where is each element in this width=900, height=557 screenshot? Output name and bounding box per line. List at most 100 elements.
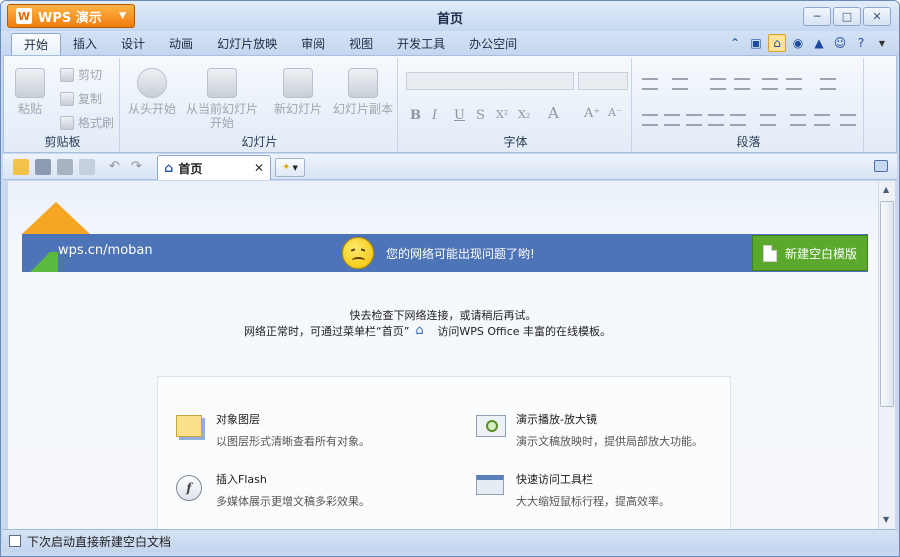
- window-list-icon[interactable]: [874, 160, 888, 172]
- document-icon: [763, 244, 777, 262]
- tab-1[interactable]: 插入: [61, 33, 109, 55]
- tab-6[interactable]: 视图: [337, 33, 385, 55]
- chevron-down-icon: ▼: [292, 163, 298, 172]
- format-painter-button[interactable]: 格式刷: [60, 114, 114, 131]
- new-slide-button[interactable]: 新幻灯片: [270, 68, 326, 116]
- tab-4[interactable]: 幻灯片放映: [205, 33, 289, 55]
- title-bar: W WPS 演示 ▼ 首页 ─ □ ✕: [1, 1, 899, 31]
- new-document-button[interactable]: ✦ ▼: [275, 158, 305, 177]
- app-menu-button[interactable]: W WPS 演示 ▼: [7, 4, 135, 28]
- align-text-icon[interactable]: [786, 78, 802, 90]
- italic-button[interactable]: I: [432, 108, 437, 123]
- scroll-down-icon[interactable]: ▼: [883, 515, 889, 524]
- from-start-button[interactable]: 从头开始: [124, 68, 180, 116]
- copy-button[interactable]: 复制: [60, 90, 102, 107]
- strikethrough-button[interactable]: S: [476, 108, 485, 123]
- undo-icon[interactable]: ↶: [109, 159, 125, 175]
- line-spacing-icon[interactable]: [760, 114, 776, 126]
- tab-3[interactable]: 动画: [157, 33, 205, 55]
- home-icon: ⌂: [415, 323, 424, 338]
- vertical-scrollbar[interactable]: ▲ ▼: [878, 181, 895, 529]
- align-left-icon[interactable]: [642, 114, 658, 126]
- feature-insert-flash[interactable]: f 插入Flash 多媒体展示更增文稿多彩效果。: [176, 471, 370, 509]
- menu-right-tools: ⌃ ▣ ⌂ ◉ ▲ ☺ ? ▼: [726, 34, 891, 52]
- distribute-icon[interactable]: [730, 114, 746, 126]
- maximize-button[interactable]: □: [833, 7, 861, 26]
- print-preview-icon[interactable]: [79, 159, 95, 175]
- columns-icon[interactable]: [814, 114, 830, 126]
- font-size-select[interactable]: [578, 72, 628, 90]
- text-direction-icon[interactable]: [762, 78, 778, 90]
- help-icon[interactable]: ?: [852, 34, 870, 52]
- hint-prefix: 网络正常时，可通过菜单栏“首页”: [244, 325, 410, 338]
- feature-quick-access[interactable]: 快速访问工具栏 大大缩短鼠标行程，提高效率。: [476, 471, 670, 509]
- home-page-content: wps.cn/moban 您的网络可能出现问题了哟! 新建空白模版 快去检查下网…: [8, 181, 878, 529]
- minimize-button[interactable]: ─: [803, 7, 831, 26]
- startup-new-doc-checkbox[interactable]: [9, 535, 21, 547]
- doc-tab-label: 首页: [178, 161, 203, 176]
- flash-icon: f: [176, 475, 206, 505]
- subscript-button[interactable]: X₂: [518, 108, 530, 121]
- print-icon[interactable]: [57, 159, 73, 175]
- grow-font-button[interactable]: A⁺: [584, 106, 600, 121]
- globe-icon[interactable]: ◉: [789, 34, 807, 52]
- tab-5[interactable]: 审阅: [289, 33, 337, 55]
- font-format-button[interactable]: A: [548, 104, 559, 122]
- feature-title: 快速访问工具栏: [516, 473, 593, 486]
- paste-icon: [15, 68, 45, 98]
- underline-button[interactable]: U: [454, 108, 465, 123]
- tab-2[interactable]: 设计: [109, 33, 157, 55]
- slides-group: 从头开始 从当前幻灯片开始 新幻灯片 幻灯片副本 幻灯片: [122, 58, 398, 152]
- sad-face-icon: [342, 237, 374, 269]
- doc-tab-home[interactable]: ⌂ 首页 ✕: [157, 155, 271, 180]
- paste-button[interactable]: 粘贴: [12, 68, 48, 116]
- font-group: B I U S X² X₂ A A⁺ A⁻ 字体: [400, 58, 632, 152]
- superscript-button[interactable]: X²: [496, 108, 508, 121]
- save-icon[interactable]: [35, 159, 51, 175]
- para-settings-icon[interactable]: [840, 114, 856, 126]
- font-family-select[interactable]: [406, 72, 574, 90]
- home-icon[interactable]: ⌂: [768, 34, 786, 52]
- copy-icon: [60, 91, 74, 106]
- features-panel: 对象图层 以图层形式清晰查看所有对象。 演示播放-放大镜 演示文稿放映时，提供局部放…: [157, 376, 731, 529]
- image-icon[interactable]: ▲: [810, 34, 828, 52]
- scissors-icon: [60, 67, 74, 82]
- increase-indent-icon[interactable]: [734, 78, 750, 90]
- quick-access-toolbar-icon: [476, 475, 506, 505]
- tab-0[interactable]: 开始: [11, 33, 62, 55]
- shrink-font-button[interactable]: A⁻: [608, 106, 622, 119]
- window-arrange-icon[interactable]: ▣: [747, 34, 765, 52]
- cut-button[interactable]: 剪切: [60, 66, 102, 83]
- open-folder-icon[interactable]: [13, 159, 29, 175]
- justify-icon[interactable]: [708, 114, 724, 126]
- scroll-up-icon[interactable]: ▲: [883, 185, 889, 194]
- close-button[interactable]: ✕: [863, 7, 891, 26]
- from-current-button[interactable]: 从当前幻灯片开始: [182, 68, 262, 130]
- sort-icon[interactable]: [820, 78, 836, 90]
- align-center-icon[interactable]: [664, 114, 680, 126]
- bullets-icon[interactable]: [642, 78, 658, 90]
- close-tab-icon[interactable]: ✕: [254, 161, 264, 175]
- bold-button[interactable]: B: [410, 108, 421, 123]
- copy-label: 复制: [78, 92, 103, 106]
- copy-slide-button[interactable]: 幻灯片副本: [330, 68, 396, 116]
- decrease-indent-icon[interactable]: [710, 78, 726, 90]
- ribbon-tabs-bar: 开始 插入 设计 动画 幻灯片放映 审阅 视图 开发工具 办公空间 ⌃ ▣ ⌂ ◉ ▲ ☺ ? …: [1, 31, 899, 55]
- startup-new-doc-label[interactable]: 下次启动直接新建空白文档: [27, 533, 171, 550]
- align-right-icon[interactable]: [686, 114, 702, 126]
- chevron-down-icon[interactable]: ▼: [873, 34, 891, 52]
- redo-icon[interactable]: ↷: [131, 159, 147, 175]
- collapse-ribbon-icon[interactable]: ⌃: [726, 34, 744, 52]
- numbering-icon[interactable]: [672, 78, 688, 90]
- para-spacing-icon[interactable]: [790, 114, 806, 126]
- scroll-thumb[interactable]: [880, 201, 894, 407]
- ribbon: 粘贴 剪切 复制 格式刷 剪贴板 从头开始 从当前幻灯片开始 新幻灯片 幻灯片副…: [3, 55, 897, 153]
- tab-8[interactable]: 办公空间: [457, 33, 529, 55]
- tab-7[interactable]: 开发工具: [385, 33, 457, 55]
- wps-window: W WPS 演示 ▼ 首页 ─ □ ✕ 开始 插入 设计 动画 幻灯片放映 审阅 视图 开发工…: [0, 0, 900, 557]
- copy-slide-label: 幻灯片副本: [332, 102, 393, 116]
- new-blank-template-button[interactable]: 新建空白模版: [752, 235, 868, 271]
- feature-object-layers[interactable]: 对象图层 以图层形式清晰查看所有对象。: [176, 411, 370, 449]
- feature-magnifier[interactable]: 演示播放-放大镜 演示文稿放映时，提供局部放大功能。: [476, 411, 703, 449]
- user-icon[interactable]: ☺: [831, 34, 849, 52]
